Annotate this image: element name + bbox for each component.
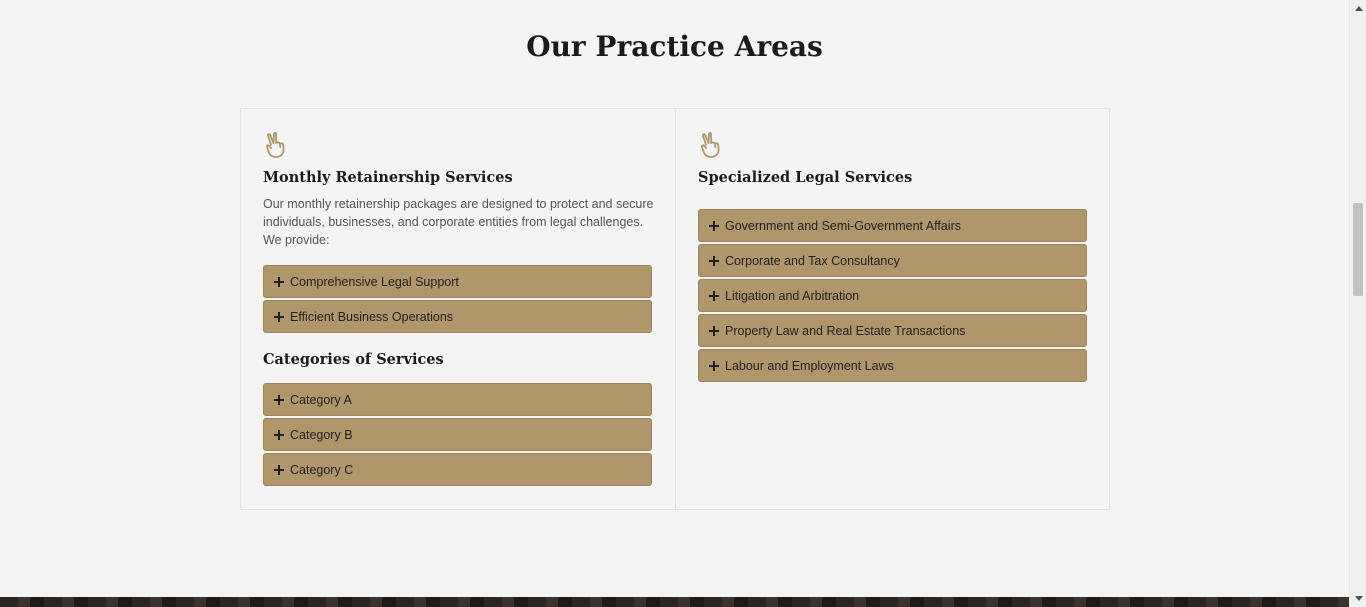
plus-icon — [709, 220, 719, 231]
plus-icon — [274, 311, 284, 322]
accordion-item-label: Labour and Employment Laws — [725, 358, 894, 373]
specialized-legal-title: Specialized Legal Services — [698, 169, 913, 186]
hand-peace-icon — [263, 131, 289, 159]
accordion-item-corporate-tax[interactable]: Corporate and Tax Consultancy — [698, 244, 1087, 277]
categories-title: Categories of Services — [263, 351, 444, 368]
arrow-down-icon — [1354, 596, 1363, 601]
arrow-up-icon — [1354, 6, 1363, 11]
monthly-retainership-description: Our monthly retainership packages are de… — [263, 197, 654, 247]
accordion-item-label: Property Law and Real Estate Transaction… — [725, 323, 966, 338]
vertical-scrollbar[interactable] — [1349, 0, 1366, 607]
plus-icon — [274, 394, 284, 405]
scroll-down-button[interactable] — [1350, 590, 1366, 607]
plus-icon — [274, 276, 284, 287]
plus-icon — [274, 429, 284, 440]
accordion-item-property-law[interactable]: Property Law and Real Estate Transaction… — [698, 314, 1087, 347]
accordion-item-category-b[interactable]: Category B — [263, 418, 652, 451]
accordion-item-label: Litigation and Arbitration — [725, 288, 860, 303]
plus-icon — [709, 360, 719, 371]
hand-peace-icon — [698, 131, 724, 159]
plus-icon — [274, 464, 284, 475]
categories-accordion: Category A Category B Category C — [263, 383, 652, 486]
plus-icon — [709, 325, 719, 336]
accordion-item-label: Government and Semi-Government Affairs — [725, 218, 961, 233]
accordion-item-litigation-arbitration[interactable]: Litigation and Arbitration — [698, 279, 1087, 312]
accordion-item-labour-employment[interactable]: Labour and Employment Laws — [698, 349, 1087, 382]
accordion-item-government-affairs[interactable]: Government and Semi-Government Affairs — [698, 209, 1087, 242]
accordion-item-label: Category A — [290, 392, 352, 407]
accordion-item-label: Corporate and Tax Consultancy — [725, 253, 900, 268]
monthly-retainership-column: Monthly Retainership Services Our monthl… — [241, 109, 675, 509]
accordion-item-label: Comprehensive Legal Support — [290, 274, 459, 289]
page: Our Practice Areas Monthly Retainership … — [0, 0, 1349, 607]
specialized-accordion: Government and Semi-Government Affairs C… — [698, 209, 1087, 382]
accordion-item-efficient-business-operations[interactable]: Efficient Business Operations — [263, 300, 652, 333]
footer-background-image — [0, 597, 1349, 607]
monthly-retainership-title: Monthly Retainership Services — [263, 169, 513, 186]
plus-icon — [709, 255, 719, 266]
scrollbar-thumb[interactable] — [1353, 203, 1363, 296]
accordion-item-label: Category C — [290, 462, 354, 477]
retainership-accordion: Comprehensive Legal Support Efficient Bu… — [263, 265, 652, 333]
accordion-item-category-a[interactable]: Category A — [263, 383, 652, 416]
accordion-item-label: Efficient Business Operations — [290, 309, 454, 324]
accordion-item-comprehensive-legal-support[interactable]: Comprehensive Legal Support — [263, 265, 652, 298]
section-title: Our Practice Areas — [526, 30, 823, 63]
accordion-item-label: Category B — [290, 427, 353, 442]
scroll-up-button[interactable] — [1350, 0, 1366, 17]
practice-areas-grid: Monthly Retainership Services Our monthl… — [240, 108, 1110, 510]
specialized-legal-column: Specialized Legal Services Government an… — [675, 109, 1109, 509]
accordion-item-category-c[interactable]: Category C — [263, 453, 652, 486]
plus-icon — [709, 290, 719, 301]
